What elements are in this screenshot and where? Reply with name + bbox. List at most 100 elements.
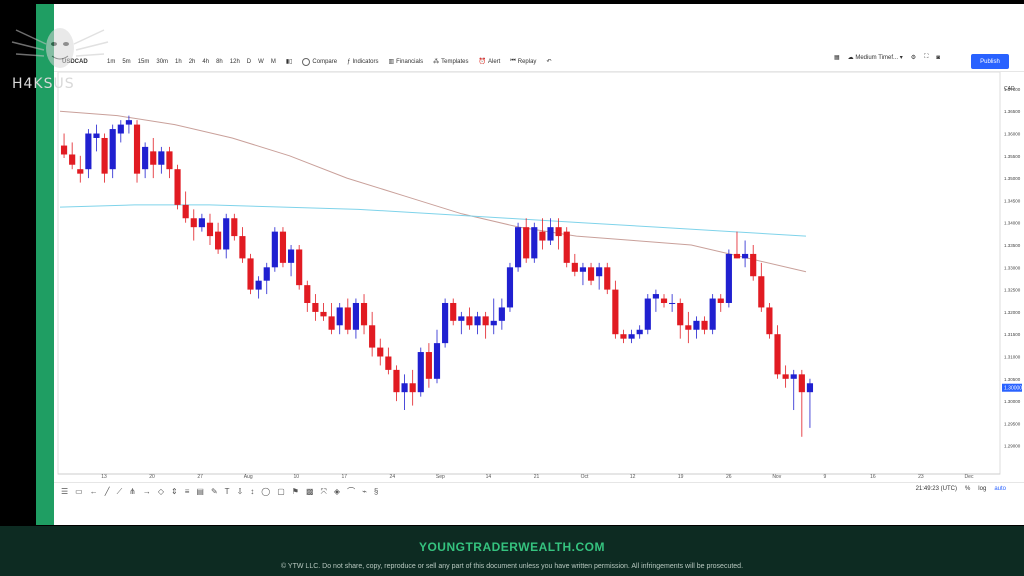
candle-body [190,218,197,228]
candle-body [263,267,270,281]
percent-toggle[interactable]: % [965,486,970,492]
time-tick-label: 17 [341,474,347,480]
chart-type-button[interactable]: ▮▯ [286,58,293,65]
candle-body [490,320,497,326]
ellipse-icon[interactable]: ◯ [261,487,270,496]
templates-button[interactable]: ⁂ Templates [433,58,469,66]
replay-button[interactable]: ⏮ Replay [510,58,536,65]
compare-label: Compare [312,58,338,65]
candle-body [206,222,214,237]
publish-button[interactable]: Publish [971,54,1009,69]
price-tick-label: 1.36000 [1004,132,1021,137]
candle-body [782,374,789,379]
timeframe-15m[interactable]: 15m [138,59,150,65]
text-icon[interactable]: T [225,487,230,496]
clock-time[interactable]: 21:49:23 (UTC) [916,486,957,492]
timeframe-d[interactable]: D [247,59,251,65]
measure-icon[interactable]: ⤧ [321,487,327,497]
arrow-up-down-icon[interactable]: ⇕ [171,487,178,496]
candle-body [231,218,238,237]
flag-icon[interactable]: ⚑ [292,487,299,496]
diamond-icon[interactable]: ◇ [158,487,164,496]
candle-body [255,280,262,290]
channel-icon[interactable]: ▤ [196,487,204,496]
arrow-line-icon[interactable]: → [143,487,151,496]
zigzag-icon[interactable]: ⌁ [362,487,367,496]
fib-icon[interactable]: ≡ [185,487,190,496]
timeframe-m[interactable]: M [271,59,276,65]
layout-name-button[interactable]: ☁ Medium Timef... ▾ [848,54,903,61]
timeframe-8h[interactable]: 8h [216,59,223,65]
undo-button[interactable]: ↶ [546,58,551,65]
candle-body [717,298,724,303]
settings-gear-icon[interactable]: ⚙ [911,54,916,61]
time-tick-label: Dec [965,474,974,480]
pin-icon[interactable]: ⇩ [237,487,244,496]
candle-body [709,298,716,330]
toolbar-right: ▦ ☁ Medium Timef... ▾ ⚙ ⛶ ◙ [834,54,940,61]
rectangle-icon[interactable]: ▭ [75,487,83,496]
price-tick-label: 1.29500 [1004,421,1021,426]
time-tick-label: 14 [486,474,492,480]
financials-button[interactable]: ▥ Financials [388,58,424,66]
brush-icon[interactable]: ✎ [211,487,218,496]
candle-body [328,316,335,330]
shapes-icon[interactable]: ◈ [334,487,340,496]
templates-icon: ⁂ [433,59,440,65]
layout-grid-icon[interactable]: ▦ [834,54,840,61]
templates-label: Templates [441,58,469,65]
compare-button[interactable]: Compare [302,57,338,66]
price-tick-label: 1.32500 [1004,288,1021,293]
timeframe-1h[interactable]: 1h [175,59,182,65]
timeframe-12h[interactable]: 12h [230,59,240,65]
candle-body [296,249,303,286]
candle-body [790,374,797,379]
timeframe-w[interactable]: W [258,59,264,65]
trend-line-icon[interactable]: ╱ [105,487,110,496]
alert-button[interactable]: ⏰ Alert [479,58,501,66]
price-tick-label: 1.30000 [1004,399,1021,404]
vertical-line-icon[interactable]: ↕ [250,487,254,496]
timeframe-5m[interactable]: 5m [122,59,130,65]
arrow-left-icon[interactable]: ← [90,487,98,496]
candle-body [742,253,749,259]
candle-body [563,231,570,263]
candle-body [514,227,522,268]
curve-icon[interactable]: ⌒ [347,486,355,497]
camera-icon[interactable]: ◙ [936,55,940,61]
footer-site[interactable]: YOUNGTRADERWEALTH.COM [0,540,1024,554]
replay-icon: ⏮ [510,58,516,64]
log-toggle[interactable]: log [978,486,986,492]
pitchfork-icon[interactable]: ⋔ [129,487,136,496]
ray-icon[interactable]: ⟋ [117,487,123,497]
timeframe-30m[interactable]: 30m [156,59,168,65]
indicators-label: Indicators [352,58,379,65]
fullscreen-icon[interactable]: ⛶ [924,54,928,61]
candle-body [604,267,611,290]
financials-label: Financials [396,58,424,65]
time-tick-label: 20 [149,474,155,480]
candle-body [360,302,368,326]
candle-body [60,145,68,155]
lines-icon[interactable]: ☰ [61,487,68,496]
candle-body [482,316,489,326]
candle-body [596,267,603,277]
alert-label: Alert [488,58,501,65]
timeframe-2h[interactable]: 2h [189,59,196,65]
candle-body [652,294,659,299]
candle-body [620,334,627,339]
price-chart[interactable]: CAD 1.370001.365001.360001.355001.350001… [54,72,1024,480]
candle-body [239,236,246,259]
candle-body [85,133,92,170]
auto-toggle[interactable]: auto [994,486,1006,492]
price-tick-label: 1.36500 [1004,109,1021,114]
price-marker: 1.30000 [1002,383,1022,392]
candle-body [523,227,530,259]
callout-icon[interactable]: ▢ [277,487,285,496]
pattern-icon[interactable]: ▩ [306,487,314,496]
indicators-button[interactable]: ƒ Indicators [347,59,378,65]
candle-body [466,316,473,326]
time-tick-label: 24 [390,474,396,480]
link-icon[interactable]: § [374,487,378,496]
timeframe-4h[interactable]: 4h [202,59,209,65]
